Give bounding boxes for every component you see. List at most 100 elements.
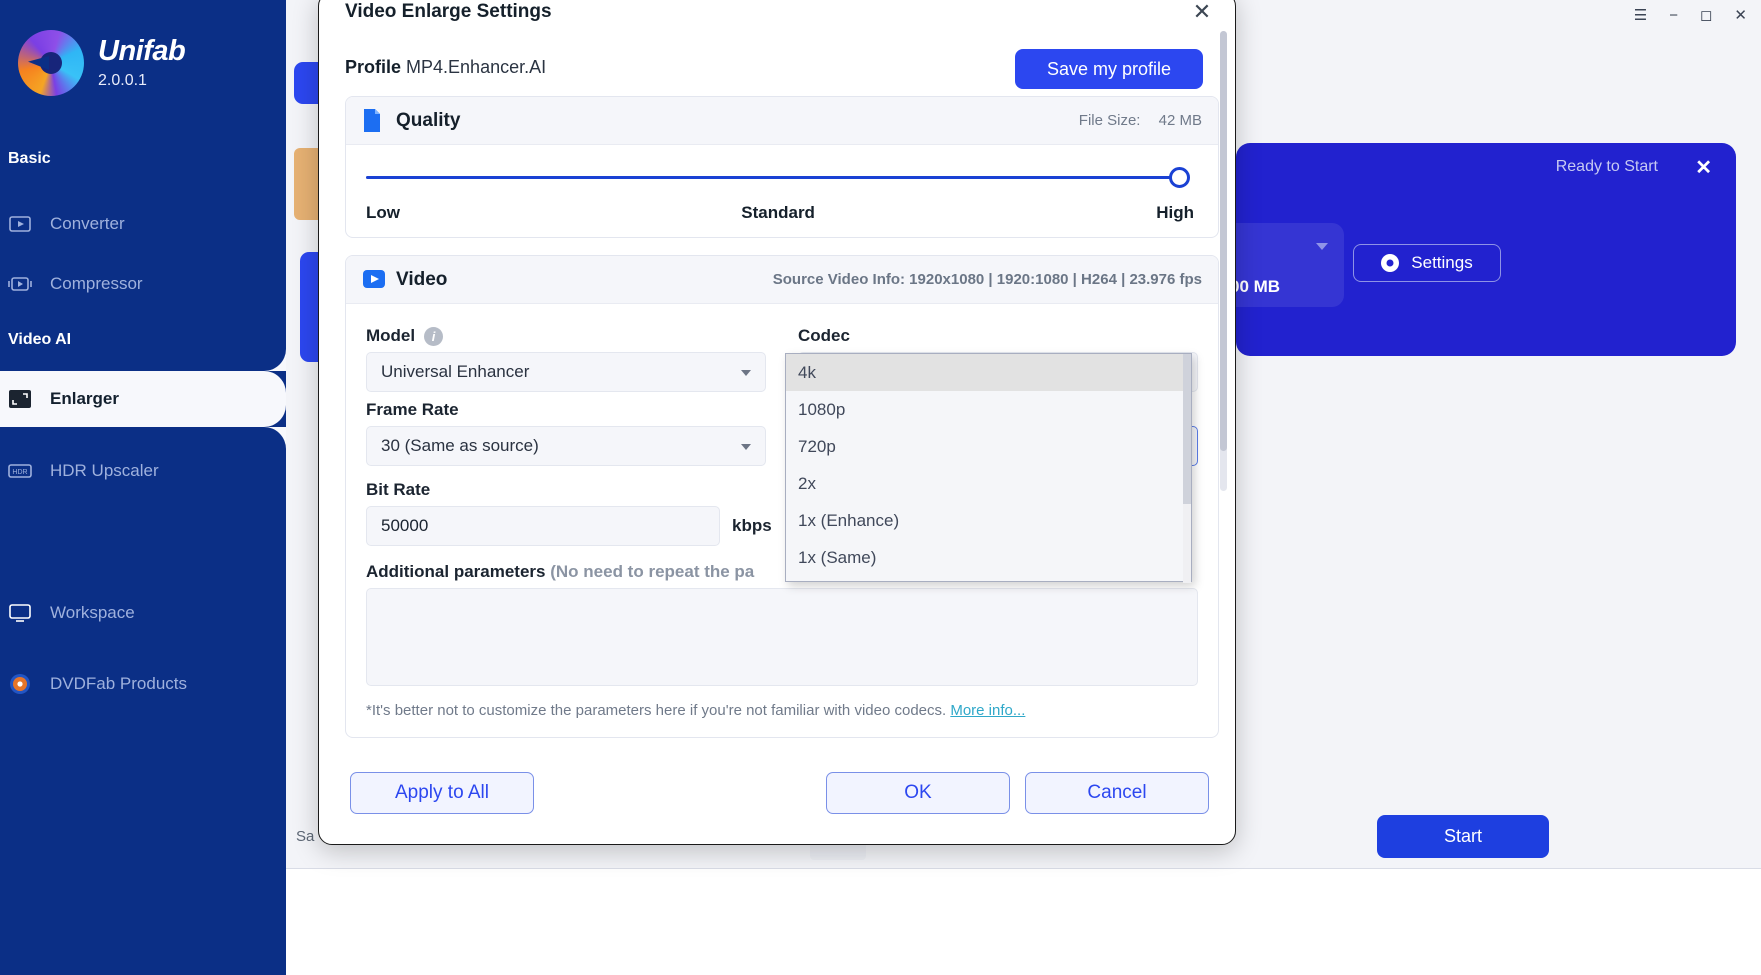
sidebar-item-hdr-upscaler[interactable]: HDR HDR Upscaler	[0, 443, 286, 499]
additional-parameters-hint: (No need to repeat the pa	[550, 562, 754, 581]
monitor-icon	[8, 602, 32, 624]
quality-card: Quality File Size: 42 MB Low Standard	[345, 96, 1219, 238]
hdr-icon: HDR	[8, 460, 32, 482]
slider-handle[interactable]	[1169, 167, 1190, 188]
model-label-row: Model i	[366, 326, 766, 346]
model-select-value: Universal Enhancer	[381, 362, 529, 382]
brand-version: 2.0.0.1	[98, 72, 185, 90]
sidebar-item-label: DVDFab Products	[50, 674, 187, 694]
frame-rate-select[interactable]: 30 (Same as source)	[366, 426, 766, 466]
output-size-chip[interactable]: 00 MB	[1224, 223, 1344, 307]
app-window: Unifab 2.0.0.1 Basic Converter	[0, 0, 1761, 975]
bit-rate-unit: kbps	[732, 516, 772, 536]
chevron-down-icon	[741, 444, 751, 450]
file-size-label: File Size:	[1079, 112, 1141, 129]
sidebar-section-basic: Basic	[0, 150, 51, 168]
sidebar-item-label: Converter	[50, 214, 125, 234]
video-card-header: Video Source Video Info: 1920x1080 | 192…	[346, 256, 1218, 304]
cancel-button[interactable]: Cancel	[1025, 772, 1209, 814]
model-label: Model	[366, 326, 415, 346]
quality-card-header: Quality File Size: 42 MB	[346, 97, 1218, 145]
minimize-icon[interactable]: −	[1669, 8, 1678, 23]
additional-parameters-title: Additional parameters	[366, 562, 546, 581]
chevron-down-icon	[741, 370, 751, 376]
codec-note-text: *It's better not to customize the parame…	[366, 702, 950, 719]
model-select[interactable]: Universal Enhancer	[366, 352, 766, 392]
bottom-bar	[286, 869, 1761, 975]
info-icon[interactable]: i	[424, 327, 443, 346]
task-status: Ready to Start	[1556, 158, 1658, 176]
sidebar: Unifab 2.0.0.1 Basic Converter	[0, 0, 286, 975]
codec-note: *It's better not to customize the parame…	[366, 702, 1198, 719]
settings-button[interactable]: Settings	[1353, 244, 1501, 282]
dropdown-option-2x[interactable]: 2x	[786, 465, 1191, 502]
slider-label-high: High	[1156, 203, 1194, 223]
additional-parameters-input[interactable]	[366, 588, 1198, 686]
video-play-icon	[362, 267, 384, 293]
quality-title: Quality	[396, 110, 460, 132]
brand: Unifab 2.0.0.1	[0, 0, 286, 96]
dropdown-option-1x-enhance[interactable]: 1x (Enhance)	[786, 502, 1191, 539]
dropdown-option-4k[interactable]: 4k	[786, 354, 1191, 391]
bit-rate-input[interactable]: 50000	[366, 506, 720, 546]
dropdown-option-1x-same[interactable]: 1x (Same)	[786, 539, 1191, 576]
video-enlarge-settings-dialog: Video Enlarge Settings ✕ Profile MP4.Enh…	[318, 0, 1236, 845]
dialog-title: Video Enlarge Settings	[345, 1, 552, 23]
save-my-profile-button[interactable]: Save my profile	[1015, 49, 1203, 89]
quality-slider[interactable]	[366, 165, 1198, 191]
document-icon	[362, 108, 384, 134]
settings-button-label: Settings	[1411, 253, 1472, 273]
enlarger-icon	[8, 388, 32, 410]
profile-row: Profile MP4.Enhancer.AI	[345, 57, 546, 78]
sidebar-item-dvdfab-products[interactable]: DVDFab Products	[0, 656, 286, 712]
dropdown-scrollbar-thumb[interactable]	[1183, 354, 1191, 504]
dropdown-option-720p[interactable]: 720p	[786, 428, 1191, 465]
profile-value: MP4.Enhancer.AI	[406, 57, 546, 77]
task-card: Ready to Start ✕ 00 MB Settings	[1236, 143, 1736, 356]
sidebar-item-compressor[interactable]: Compressor	[0, 256, 286, 312]
frame-rate-select-value: 30 (Same as source)	[381, 436, 539, 456]
sidebar-item-converter[interactable]: Converter	[0, 196, 286, 252]
quality-card-body: Low Standard High	[346, 145, 1218, 237]
maximize-icon[interactable]: ◻	[1700, 8, 1712, 23]
slider-label-standard: Standard	[741, 203, 815, 223]
resolution-dropdown-list[interactable]: 4k 1080p 720p 2x 1x (Enhance) 1x (Same)	[785, 353, 1192, 582]
scrollbar-thumb[interactable]	[1220, 31, 1227, 451]
source-video-info: Source Video Info: 1920x1080 | 1920:1080…	[773, 271, 1202, 288]
sidebar-section-video-ai: Video AI	[0, 331, 71, 349]
sidebar-item-label: Compressor	[50, 274, 143, 294]
unifab-logo-icon	[18, 30, 84, 96]
gear-icon	[1381, 254, 1399, 272]
frame-rate-label: Frame Rate	[366, 400, 766, 420]
sidebar-item-label: Enlarger	[50, 389, 119, 409]
dropdown-option-1080p[interactable]: 1080p	[786, 391, 1191, 428]
start-button[interactable]: Start	[1377, 815, 1549, 858]
svg-text:HDR: HDR	[12, 469, 27, 476]
ok-button[interactable]: OK	[826, 772, 1010, 814]
sidebar-item-enlarger[interactable]: Enlarger	[0, 371, 286, 427]
profile-label: Profile	[345, 57, 401, 77]
dvdfab-icon	[8, 673, 32, 695]
sidebar-item-workspace[interactable]: Workspace	[0, 585, 286, 641]
close-icon[interactable]: ✕	[1695, 155, 1712, 180]
compressor-icon	[8, 273, 32, 295]
close-icon[interactable]: ✕	[1189, 0, 1215, 25]
hamburger-menu-icon[interactable]: ☰	[1634, 8, 1647, 23]
close-icon[interactable]: ✕	[1734, 8, 1747, 23]
sidebar-item-label: Workspace	[50, 603, 135, 623]
sidebar-item-label: HDR Upscaler	[50, 461, 159, 481]
codec-label: Codec	[798, 326, 1198, 346]
slider-fill	[366, 176, 1181, 179]
slider-label-low: Low	[366, 203, 400, 223]
video-title: Video	[396, 269, 447, 291]
saving-status-text: Sa	[296, 828, 314, 845]
dialog-footer: Apply to All OK Cancel	[319, 772, 1237, 828]
apply-to-all-button[interactable]: Apply to All	[350, 772, 534, 814]
file-size-value: 42 MB	[1159, 112, 1202, 129]
more-info-link[interactable]: More info...	[950, 702, 1025, 719]
quality-slider-labels: Low Standard High	[366, 203, 1198, 223]
converter-icon	[8, 213, 32, 235]
chevron-down-icon	[1316, 243, 1328, 250]
output-size-label: 00 MB	[1230, 277, 1280, 297]
brand-name: Unifab	[98, 36, 185, 66]
